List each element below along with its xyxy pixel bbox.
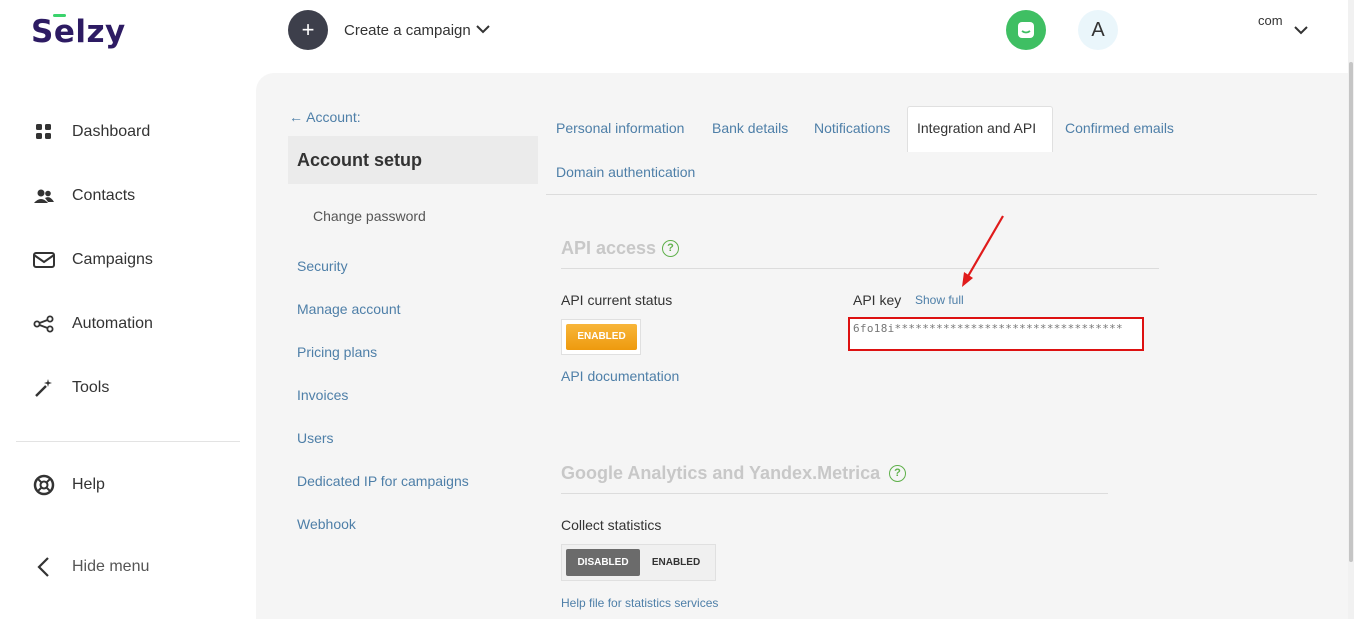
tab-integration-and-api-label[interactable]: Integration and API (917, 120, 1036, 136)
red-arrow-annotation-icon (962, 215, 1004, 287)
hide-menu-label: Hide menu (72, 558, 150, 575)
create-campaign-label[interactable]: Create a campaign (344, 22, 471, 39)
sidebar-item-label: Dashboard (72, 123, 151, 140)
envelope-icon (32, 248, 56, 272)
api-key-value: 6fo18i********************************* (853, 322, 1123, 335)
lifebuoy-icon (32, 473, 56, 497)
pricing-plans-link[interactable]: Pricing plans (297, 344, 377, 360)
sidebar-item-help[interactable]: Help (32, 470, 105, 500)
webhook-link[interactable]: Webhook (297, 516, 356, 532)
people-icon (32, 184, 56, 208)
sidebar-item-label: Tools (72, 379, 110, 396)
users-link[interactable]: Users (297, 430, 334, 446)
sidebar-item-label: Automation (72, 315, 153, 332)
tab-bank-details[interactable]: Bank details (712, 120, 788, 136)
api-status-label: API current status (561, 292, 673, 308)
language-selector[interactable]: com (1258, 13, 1283, 28)
collect-statistics-label: Collect statistics (561, 517, 662, 533)
tab-confirmed-emails[interactable]: Confirmed emails (1065, 120, 1174, 136)
tab-domain-authentication[interactable]: Domain authentication (556, 164, 695, 180)
magic-wand-icon (32, 376, 56, 400)
avatar[interactable]: A (1078, 10, 1118, 50)
api-status-badge[interactable]: ENABLED (566, 324, 637, 350)
scrollbar-thumb[interactable] (1349, 62, 1353, 562)
help-question-icon[interactable]: ? (662, 240, 679, 257)
tab-personal-information[interactable]: Personal information (556, 120, 684, 136)
sidebar-item-tools[interactable]: Tools (32, 373, 109, 403)
change-password-link[interactable]: Change password (313, 208, 426, 224)
security-link[interactable]: Security (297, 258, 348, 274)
analytics-title: Google Analytics and Yandex.Metrica (561, 463, 881, 483)
dedicated-ip-link[interactable]: Dedicated IP for campaigns (297, 473, 469, 489)
api-key-label: API key (853, 292, 902, 308)
sidebar-item-automation[interactable]: Automation (32, 309, 153, 339)
hide-menu-button[interactable]: Hide menu (32, 552, 149, 582)
page: Selzy + Create a campaign A com Dashboar… (0, 0, 1354, 619)
invoices-link[interactable]: Invoices (297, 387, 348, 403)
chat-button[interactable] (1006, 10, 1046, 50)
selzy-logo[interactable]: Selzy (31, 14, 126, 50)
show-full-link[interactable]: Show full (915, 293, 964, 307)
logo-accent-bar (53, 14, 66, 17)
tab-notifications[interactable]: Notifications (814, 120, 890, 136)
sidebar-item-label: Campaigns (72, 251, 153, 268)
back-to-account-link[interactable]: ← Account: (289, 109, 361, 125)
manage-account-link[interactable]: Manage account (297, 301, 401, 317)
sidebar-item-label: Contacts (72, 187, 136, 204)
sidebar-item-dashboard[interactable]: Dashboard (32, 117, 150, 147)
chevron-down-icon[interactable] (474, 20, 492, 38)
section-divider (561, 493, 1108, 494)
api-documentation-link[interactable]: API documentation (561, 368, 679, 384)
sidebar-divider (16, 441, 240, 442)
chevron-left-icon (32, 555, 56, 579)
account-setup-title[interactable]: Account setup (297, 150, 422, 171)
sidebar-item-contacts[interactable]: Contacts (32, 181, 135, 211)
tabs-divider (546, 194, 1317, 195)
automation-icon (32, 312, 56, 336)
api-access-title: API access (561, 238, 657, 258)
chevron-down-icon[interactable] (1292, 21, 1310, 39)
chat-icon (1018, 22, 1034, 38)
section-divider (561, 268, 1159, 269)
statistics-enabled-option[interactable]: ENABLED (644, 549, 708, 576)
statistics-help-link[interactable]: Help file for statistics services (561, 596, 718, 610)
sidebar-item-label: Help (72, 476, 105, 493)
help-question-icon[interactable]: ? (889, 465, 906, 482)
create-campaign-button[interactable]: + (288, 10, 328, 50)
sidebar-item-campaigns[interactable]: Campaigns (32, 245, 153, 275)
statistics-disabled-option[interactable]: DISABLED (566, 549, 640, 576)
grid-icon (32, 120, 56, 144)
